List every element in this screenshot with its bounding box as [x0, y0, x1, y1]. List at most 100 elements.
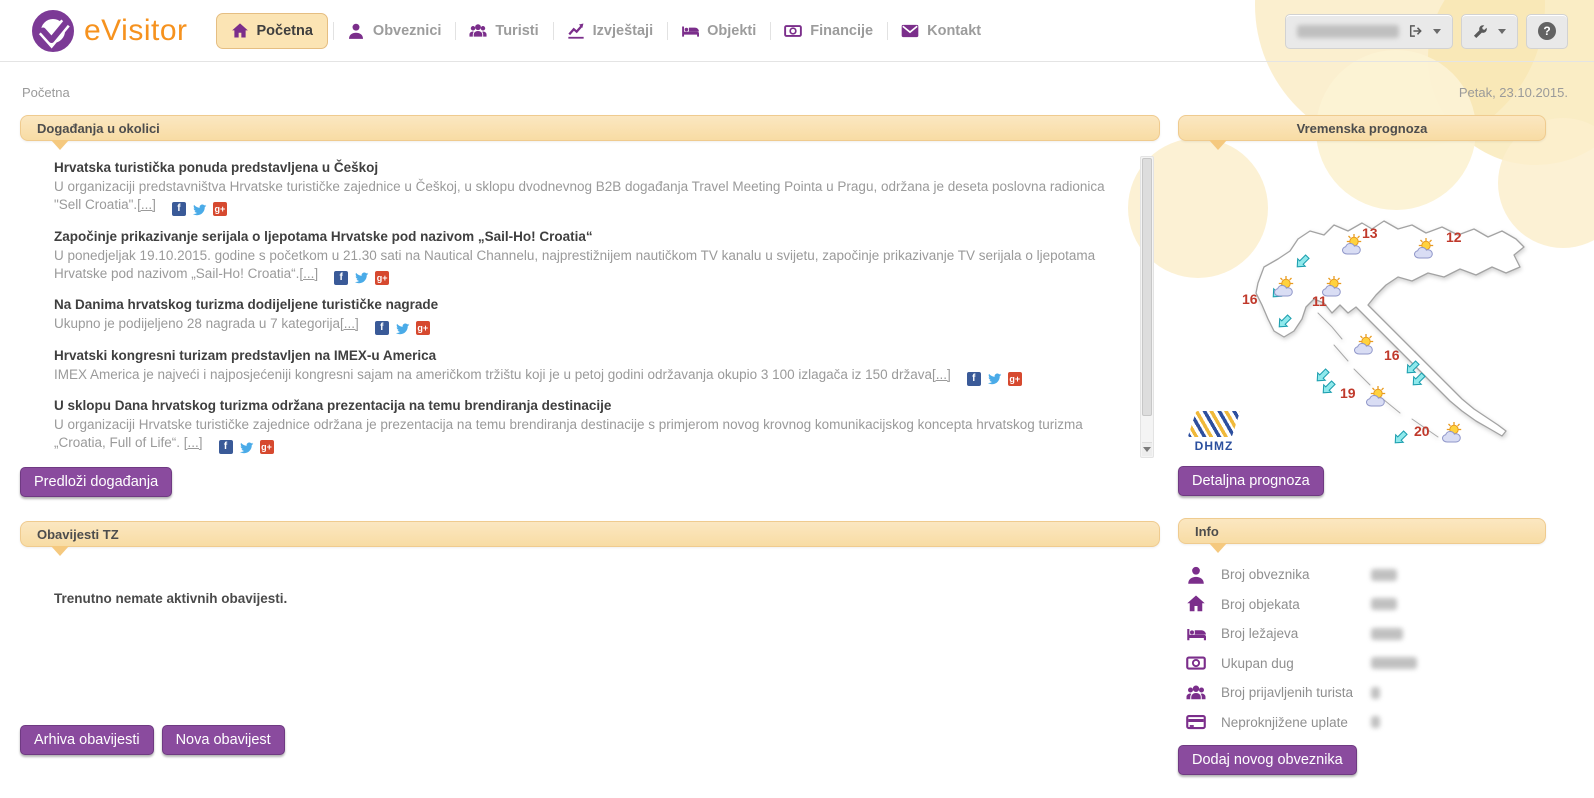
sun-cloud-icon [1272, 275, 1302, 297]
scrollbar-thumb[interactable] [1142, 158, 1152, 416]
info-row-value-redacted [1371, 657, 1417, 669]
nav-item-icon [681, 22, 699, 40]
chevron-down-icon [1498, 29, 1506, 34]
top-navigation-bar: eVisitor Početna Obveznici Turisti Izvje… [0, 0, 1594, 62]
add-obligor-button[interactable]: Dodaj novog obveznika [1178, 745, 1357, 775]
user-name-redacted [1297, 25, 1399, 38]
info-panel-header: Info [1178, 518, 1546, 544]
temperature-label: 16 [1242, 291, 1258, 307]
info-row-icon [1186, 683, 1206, 703]
help-button[interactable]: ? [1526, 14, 1568, 49]
events-panel-title: Događanja u okolici [37, 121, 160, 136]
read-more-link[interactable]: [...] [299, 266, 318, 281]
weather-actions: Detaljna prognoza [1178, 466, 1546, 496]
notices-panel-header: Obavijesti TZ [20, 521, 1160, 547]
read-more-link[interactable]: [...] [137, 197, 156, 212]
facebook-icon[interactable]: f [334, 271, 348, 285]
googleplus-icon[interactable]: g+ [1008, 372, 1022, 386]
nav-item-icon [784, 22, 802, 40]
dashboard: Događanja u okolici Hrvatska turistička … [0, 115, 1594, 775]
notices-empty-text: Trenutno nemate aktivnih obavijesti. [54, 591, 1160, 606]
googleplus-icon[interactable]: g+ [213, 202, 227, 216]
news-item: Hrvatski kongresni turizam predstavljen … [54, 348, 1116, 387]
detailed-forecast-button[interactable]: Detaljna prognoza [1178, 466, 1324, 496]
notices-actions: Arhiva obavijesti Nova obavijest [20, 725, 1160, 755]
twitter-icon[interactable] [987, 371, 1002, 386]
facebook-icon[interactable]: f [375, 321, 389, 335]
info-row-value-redacted [1371, 716, 1380, 728]
question-mark-icon: ? [1538, 22, 1556, 40]
info-row-label: Broj ležajeva [1221, 626, 1361, 641]
nav-item[interactable]: Obveznici [333, 14, 456, 48]
wrench-icon [1473, 23, 1489, 39]
twitter-icon[interactable] [239, 440, 254, 455]
nav-item-icon [469, 22, 487, 40]
weather-panel-header: Vremenska prognoza [1178, 115, 1546, 141]
nav-item[interactable]: Financije [770, 14, 887, 48]
googleplus-icon[interactable]: g+ [416, 321, 430, 335]
evisitor-logo-icon [30, 8, 76, 54]
sun-cloud-icon [1412, 237, 1442, 259]
temperature-label: 16 [1384, 347, 1400, 363]
nav-item-icon [901, 22, 919, 40]
temperature-label: 11 [1312, 293, 1327, 309]
facebook-icon[interactable]: f [967, 372, 981, 386]
news-item-title[interactable]: Na Danima hrvatskog turizma dodijeljene … [54, 297, 1116, 312]
twitter-icon[interactable] [395, 321, 410, 336]
dhmz-logo-text: DHMZ [1195, 439, 1234, 453]
dhmz-logo-icon [1188, 411, 1240, 437]
social-share-icons: f g+ [967, 371, 1022, 386]
new-notice-button[interactable]: Nova obavijest [162, 725, 285, 755]
info-row-label: Broj obveznika [1221, 567, 1361, 582]
news-item-title[interactable]: U sklopu Dana hrvatskog turizma održana … [54, 398, 1116, 413]
scrollbar-down-button[interactable] [1142, 442, 1152, 456]
weather-map-container: 13 12 16 [1178, 155, 1546, 457]
settings-menu-button[interactable] [1461, 14, 1518, 49]
app-logo[interactable]: eVisitor [30, 8, 188, 54]
header-controls: ? [1285, 14, 1568, 49]
panel-pointer [51, 546, 69, 556]
info-row: Ukupan dug [1178, 649, 1546, 679]
suggest-events-button[interactable]: Predloži događanja [20, 467, 172, 497]
googleplus-icon[interactable]: g+ [375, 271, 389, 285]
events-list-container: Hrvatska turistička ponuda predstavljena… [20, 154, 1160, 458]
logout-icon [1408, 23, 1424, 39]
notices-archive-button[interactable]: Arhiva obavijesti [20, 725, 154, 755]
twitter-icon[interactable] [354, 270, 369, 285]
nav-item-icon [231, 22, 249, 40]
info-panel-title: Info [1195, 524, 1219, 539]
news-item-title[interactable]: Hrvatski kongresni turizam predstavljen … [54, 348, 1116, 363]
news-item-title[interactable]: Započinje prikazivanje serijala o ljepot… [54, 229, 1116, 244]
nav-item[interactable]: Turisti [455, 14, 552, 48]
social-share-icons: f g+ [219, 440, 274, 455]
nav-item-icon [567, 22, 585, 40]
googleplus-icon[interactable]: g+ [260, 440, 274, 454]
sun-cloud-icon [1352, 333, 1382, 355]
nav-item[interactable]: Kontakt [887, 14, 995, 48]
panel-pointer [1209, 140, 1227, 150]
news-item: Započinje prikazivanje serijala o ljepot… [54, 229, 1116, 286]
nav-item[interactable]: Izvještaji [553, 14, 667, 48]
read-more-link[interactable]: [...] [184, 435, 203, 450]
info-row-icon [1186, 712, 1206, 732]
nav-item-icon [347, 22, 365, 40]
facebook-icon[interactable]: f [219, 440, 233, 454]
news-item: Na Danima hrvatskog turizma dodijeljene … [54, 297, 1116, 336]
read-more-link[interactable]: [...] [932, 367, 951, 382]
info-row-label: Neproknjižene uplate [1221, 715, 1361, 730]
twitter-icon[interactable] [192, 202, 207, 217]
main-nav: Početna Obveznici Turisti Izvještaji Obj… [216, 13, 996, 49]
weather-panel-title: Vremenska prognoza [1297, 121, 1428, 136]
user-menu-button[interactable] [1285, 14, 1453, 49]
info-row-value-redacted [1371, 598, 1397, 610]
panel-pointer [51, 140, 69, 150]
nav-item[interactable]: Objekti [667, 14, 770, 48]
read-more-link[interactable]: [...] [340, 316, 359, 331]
info-row-icon [1186, 565, 1206, 585]
events-scrollbar[interactable] [1140, 156, 1154, 458]
nav-item[interactable]: Početna [216, 13, 328, 49]
news-item-title[interactable]: Hrvatska turistička ponuda predstavljena… [54, 160, 1116, 175]
notices-panel-title: Obavijesti TZ [37, 527, 119, 542]
info-row-value-redacted [1371, 687, 1380, 699]
facebook-icon[interactable]: f [172, 202, 186, 216]
